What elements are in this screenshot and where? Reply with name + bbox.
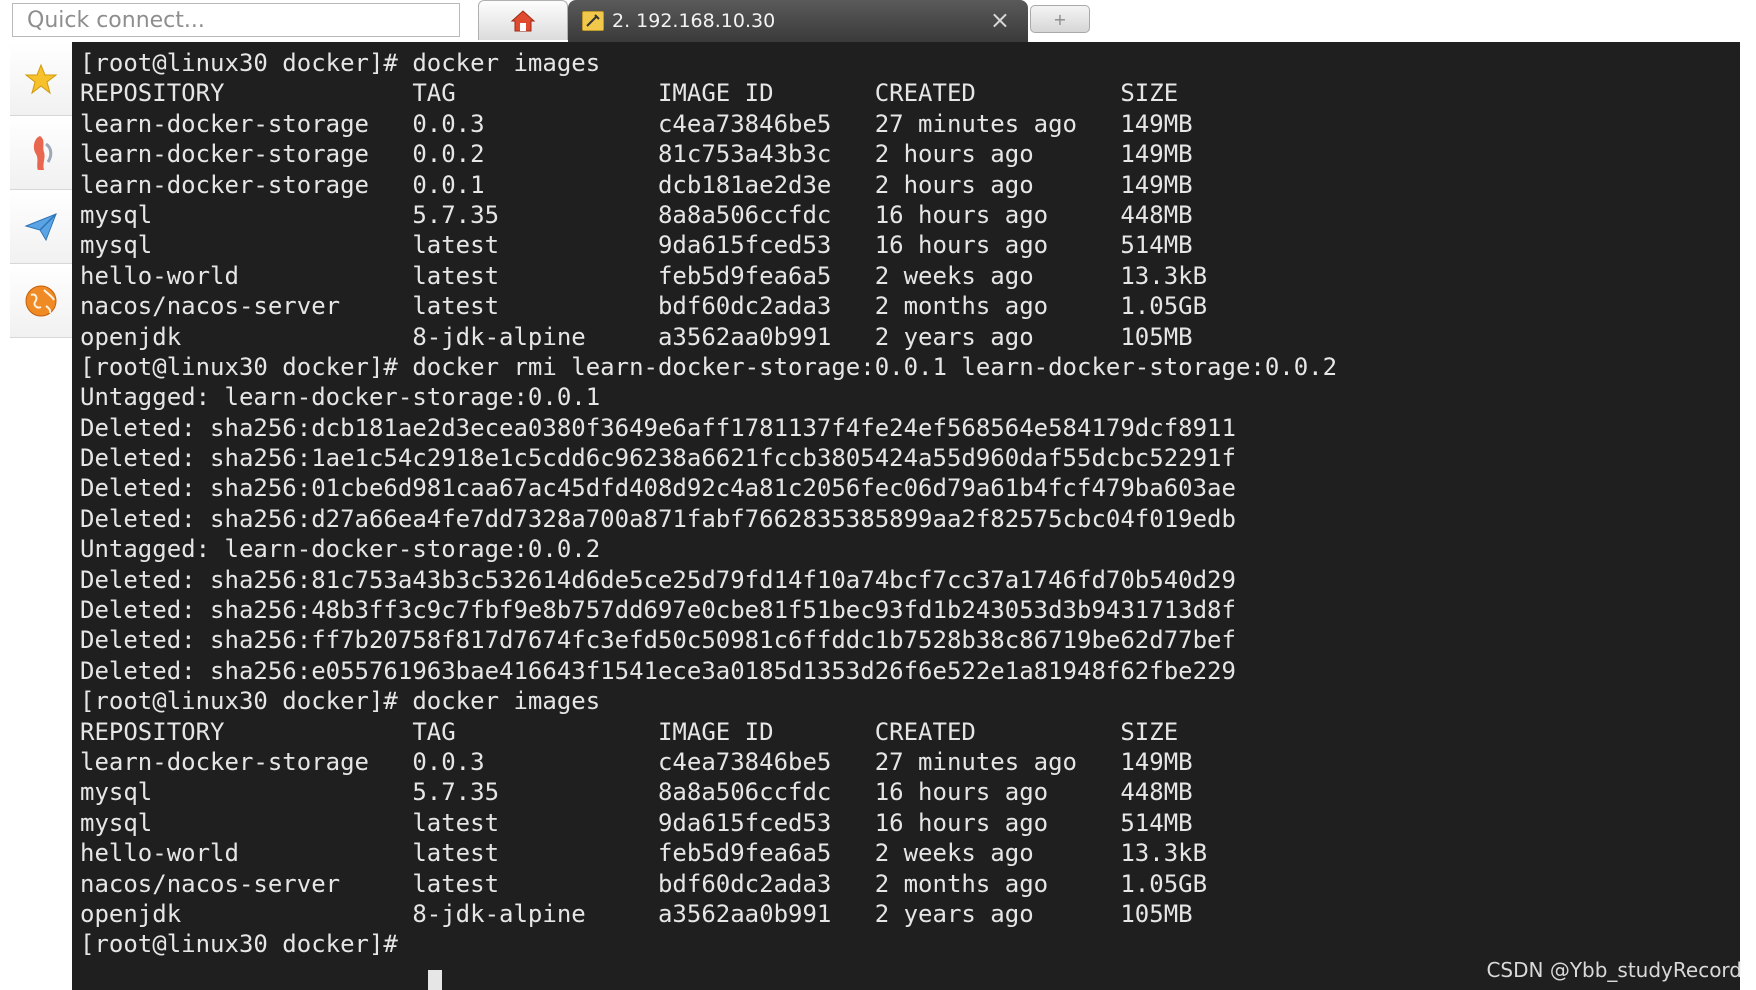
telnet-icon — [33, 135, 53, 170]
terminal-line: REPOSITORY TAG IMAGE ID CREATED SIZE — [80, 717, 1179, 746]
terminal-line: Deleted: sha256:e055761963bae416643f1541… — [80, 656, 1236, 685]
terminal-line: Deleted: sha256:1ae1c54c2918e1c5cdd6c962… — [80, 444, 1236, 473]
terminal-line: nacos/nacos-server latest bdf60dc2ada3 2… — [80, 869, 1208, 898]
terminal-line: Deleted: sha256:48b3ff3c9c7fbf9e8b757dd6… — [80, 596, 1236, 625]
terminal-line: learn-docker-storage 0.0.2 81c753a43b3c … — [80, 140, 1193, 169]
sidebar-item-telnet[interactable] — [10, 116, 72, 190]
terminal-line: [root@linux30 docker]# docker images — [80, 687, 601, 716]
tab-close-icon[interactable]: × — [990, 6, 1010, 34]
terminal-line: mysql 5.7.35 8a8a506ccfdc 16 hours ago 4… — [80, 778, 1193, 807]
globe-icon — [25, 285, 57, 316]
quick-connect-input[interactable] — [12, 3, 460, 37]
sidebar — [10, 42, 72, 990]
terminal-line: Deleted: sha256:d27a66ea4fe7dd7328a700a8… — [80, 504, 1236, 533]
plus-icon: + — [1053, 9, 1067, 29]
home-icon — [510, 9, 536, 31]
terminal-line: [root@linux30 docker]# docker images — [80, 49, 601, 77]
sidebar-item-send[interactable] — [10, 190, 72, 264]
terminal-cursor — [428, 970, 442, 990]
terminal-line: nacos/nacos-server latest bdf60dc2ada3 2… — [80, 292, 1208, 321]
terminal-line: learn-docker-storage 0.0.3 c4ea73846be5 … — [80, 109, 1193, 138]
terminal-line: learn-docker-storage 0.0.1 dcb181ae2d3e … — [80, 170, 1193, 199]
star-icon — [24, 63, 58, 94]
terminal-line: openjdk 8-jdk-alpine a3562aa0b991 2 year… — [80, 899, 1193, 928]
tab-session-label: 2. 192.168.10.30 — [612, 10, 776, 32]
paper-plane-icon — [24, 212, 57, 241]
sidebar-item-web[interactable] — [10, 264, 72, 338]
terminal-line: mysql 5.7.35 8a8a506ccfdc 16 hours ago 4… — [80, 200, 1193, 229]
terminal-line: Untagged: learn-docker-storage:0.0.2 — [80, 535, 601, 564]
new-tab-button[interactable]: + — [1030, 5, 1090, 33]
terminal-line: Untagged: learn-docker-storage:0.0.1 — [80, 383, 601, 412]
terminal-line: Deleted: sha256:01cbe6d981caa67ac45dfd40… — [80, 474, 1236, 503]
terminal-line: mysql latest 9da615fced53 16 hours ago 5… — [80, 231, 1193, 260]
terminal-line: REPOSITORY TAG IMAGE ID CREATED SIZE — [80, 79, 1179, 108]
top-bar: 2. 192.168.10.30 × + — [0, 0, 1756, 42]
tab-session[interactable]: 2. 192.168.10.30 × — [568, 0, 1028, 42]
tab-home[interactable] — [478, 0, 568, 40]
sidebar-item-favorites[interactable] — [10, 42, 72, 116]
terminal-line: [root@linux30 docker]# — [80, 930, 413, 959]
session-tool-icon — [582, 11, 604, 31]
terminal-line: openjdk 8-jdk-alpine a3562aa0b991 2 year… — [80, 322, 1193, 351]
terminal-line: hello-world latest feb5d9fea6a5 2 weeks … — [80, 839, 1208, 868]
terminal-line: [root@linux30 docker]# docker rmi learn-… — [80, 352, 1338, 381]
terminal-line: Deleted: sha256:81c753a43b3c532614d6de5c… — [80, 565, 1236, 594]
terminal-line: hello-world latest feb5d9fea6a5 2 weeks … — [80, 261, 1208, 290]
terminal-line: mysql latest 9da615fced53 16 hours ago 5… — [80, 808, 1193, 837]
terminal-line: Deleted: sha256:dcb181ae2d3ecea0380f3649… — [80, 413, 1236, 442]
watermark: CSDN @Ybb_studyRecord — [1486, 958, 1742, 982]
terminal-line: Deleted: sha256:ff7b20758f817d7674fc3efd… — [80, 626, 1236, 655]
terminal-line: learn-docker-storage 0.0.3 c4ea73846be5 … — [80, 747, 1193, 776]
terminal-output[interactable]: [root@linux30 docker]# docker images REPO… — [72, 42, 1740, 990]
terminal-lines: [root@linux30 docker]# docker images REPO… — [80, 48, 1337, 960]
